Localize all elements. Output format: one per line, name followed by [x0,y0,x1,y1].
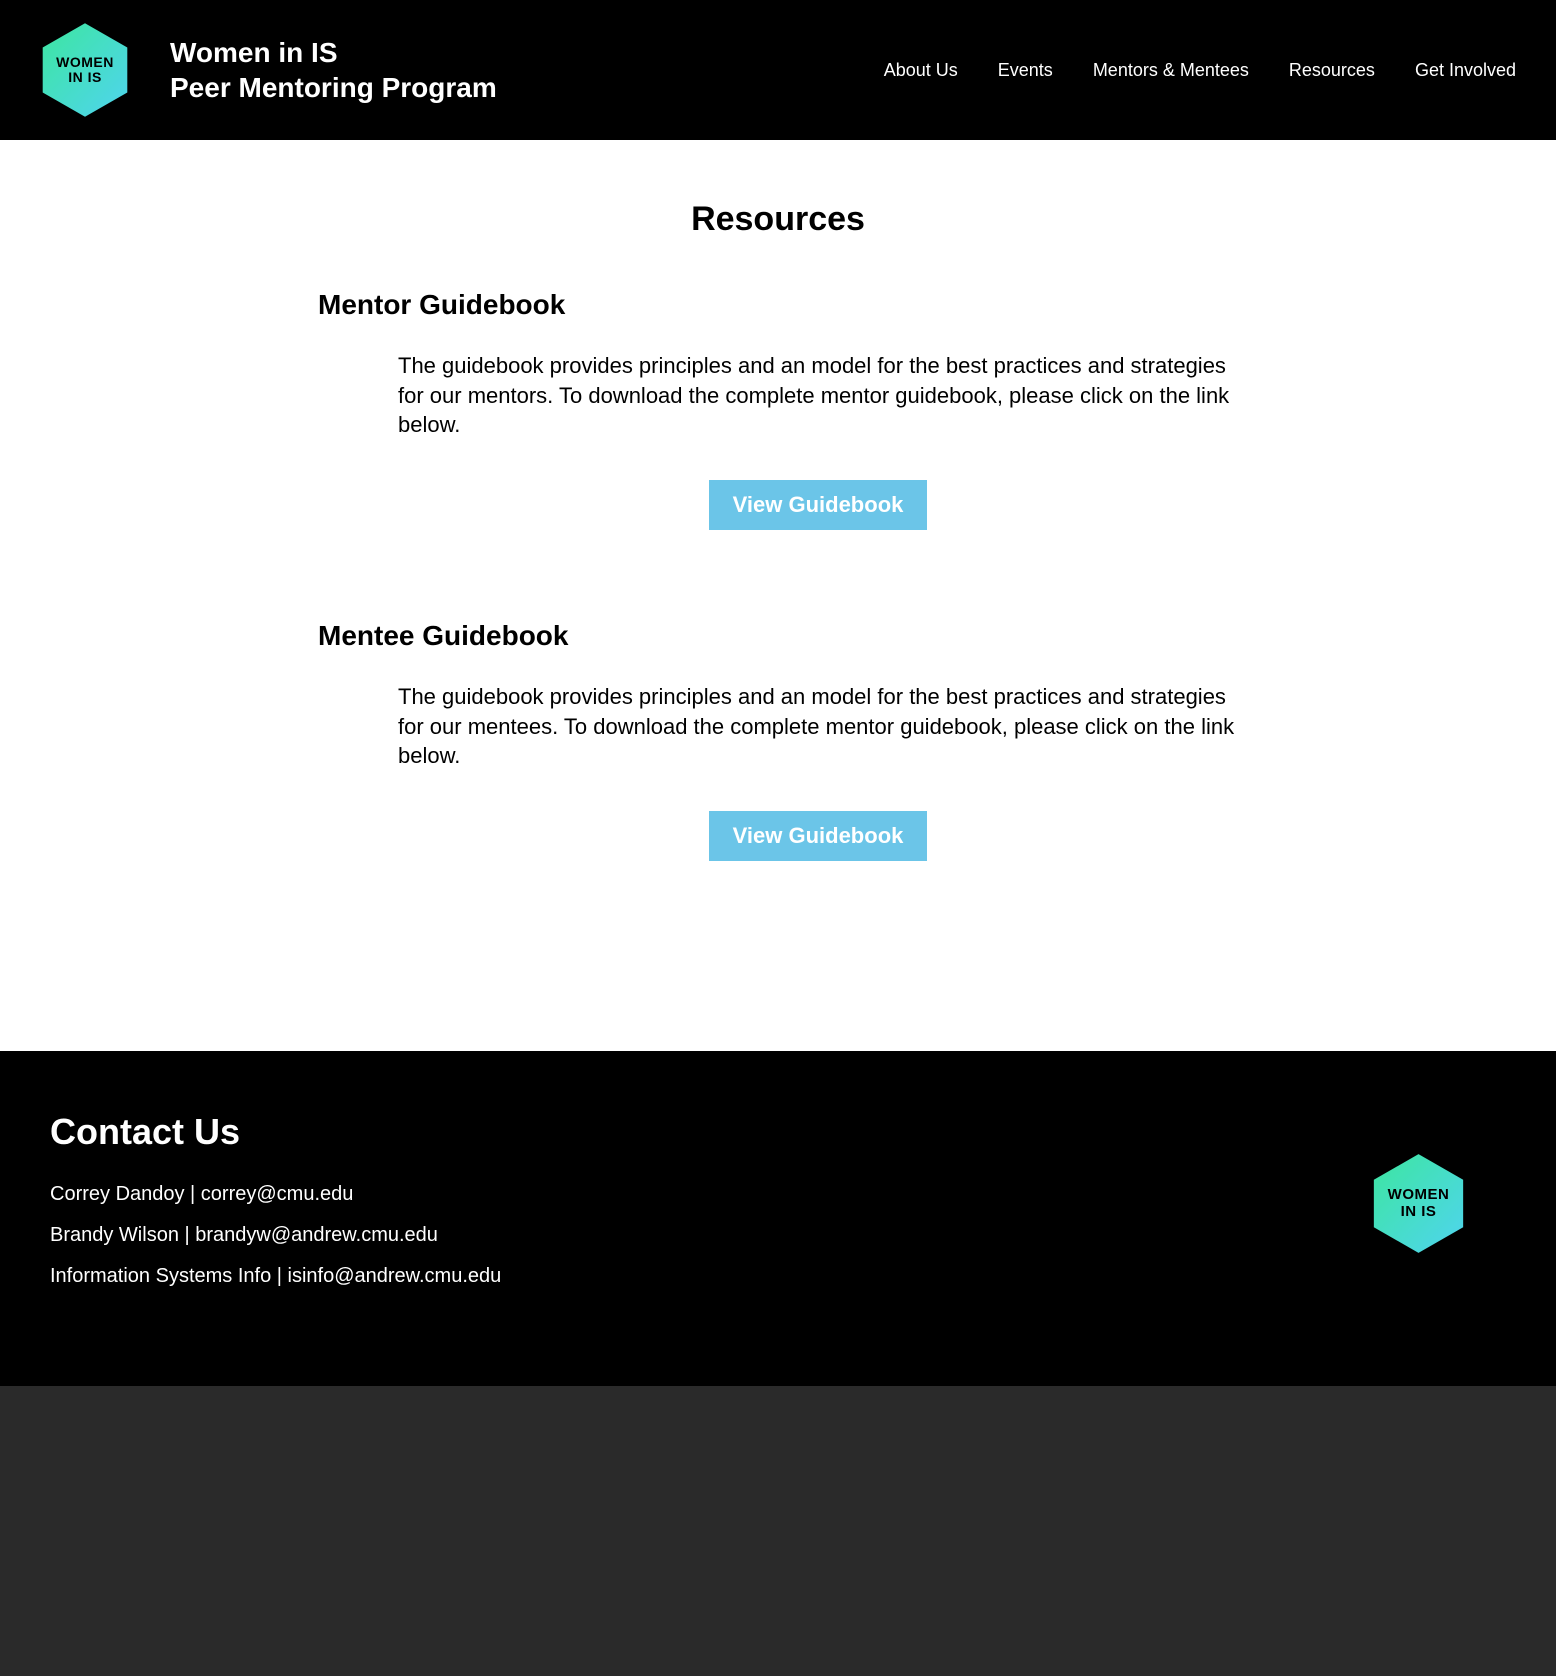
mentee-guidebook-section: Mentee Guidebook The guidebook provides … [178,620,1378,861]
footer-heading: Contact Us [50,1111,1371,1153]
section-heading: Mentee Guidebook [318,620,1238,652]
site-title: Women in IS Peer Mentoring Program [170,35,497,105]
nav-about-us[interactable]: About Us [884,60,958,81]
footer-logo[interactable]: WOMEN IN IS [1371,1151,1466,1256]
logo-text: WOMEN IN IS [1388,1187,1450,1220]
page-title: Resources [178,200,1378,239]
mentor-guidebook-section: Mentor Guidebook The guidebook provides … [178,289,1378,530]
view-mentee-guidebook-button[interactable]: View Guidebook [709,811,928,861]
nav-events[interactable]: Events [998,60,1053,81]
main-nav: About Us Events Mentors & Mentees Resour… [884,60,1516,81]
site-header: WOMEN IN IS Women in IS Peer Mentoring P… [0,0,1556,140]
contact-line: Correy Dandoy | correy@cmu.edu [50,1183,1371,1206]
section-heading: Mentor Guidebook [318,289,1238,321]
browser-chrome-bottom [0,1386,1556,1676]
nav-resources[interactable]: Resources [1289,60,1375,81]
logo-text: WOMEN IN IS [56,55,114,86]
nav-mentors-mentees[interactable]: Mentors & Mentees [1093,60,1249,81]
nav-get-involved[interactable]: Get Involved [1415,60,1516,81]
site-footer: Contact Us Correy Dandoy | correy@cmu.ed… [0,1051,1556,1386]
view-mentor-guidebook-button[interactable]: View Guidebook [709,480,928,530]
section-text: The guidebook provides principles and an… [398,682,1238,771]
section-text: The guidebook provides principles and an… [398,351,1238,440]
main-content: Resources Mentor Guidebook The guidebook… [178,140,1378,1051]
logo[interactable]: WOMEN IN IS [40,20,130,120]
contact-line: Brandy Wilson | brandyw@andrew.cmu.edu [50,1224,1371,1247]
